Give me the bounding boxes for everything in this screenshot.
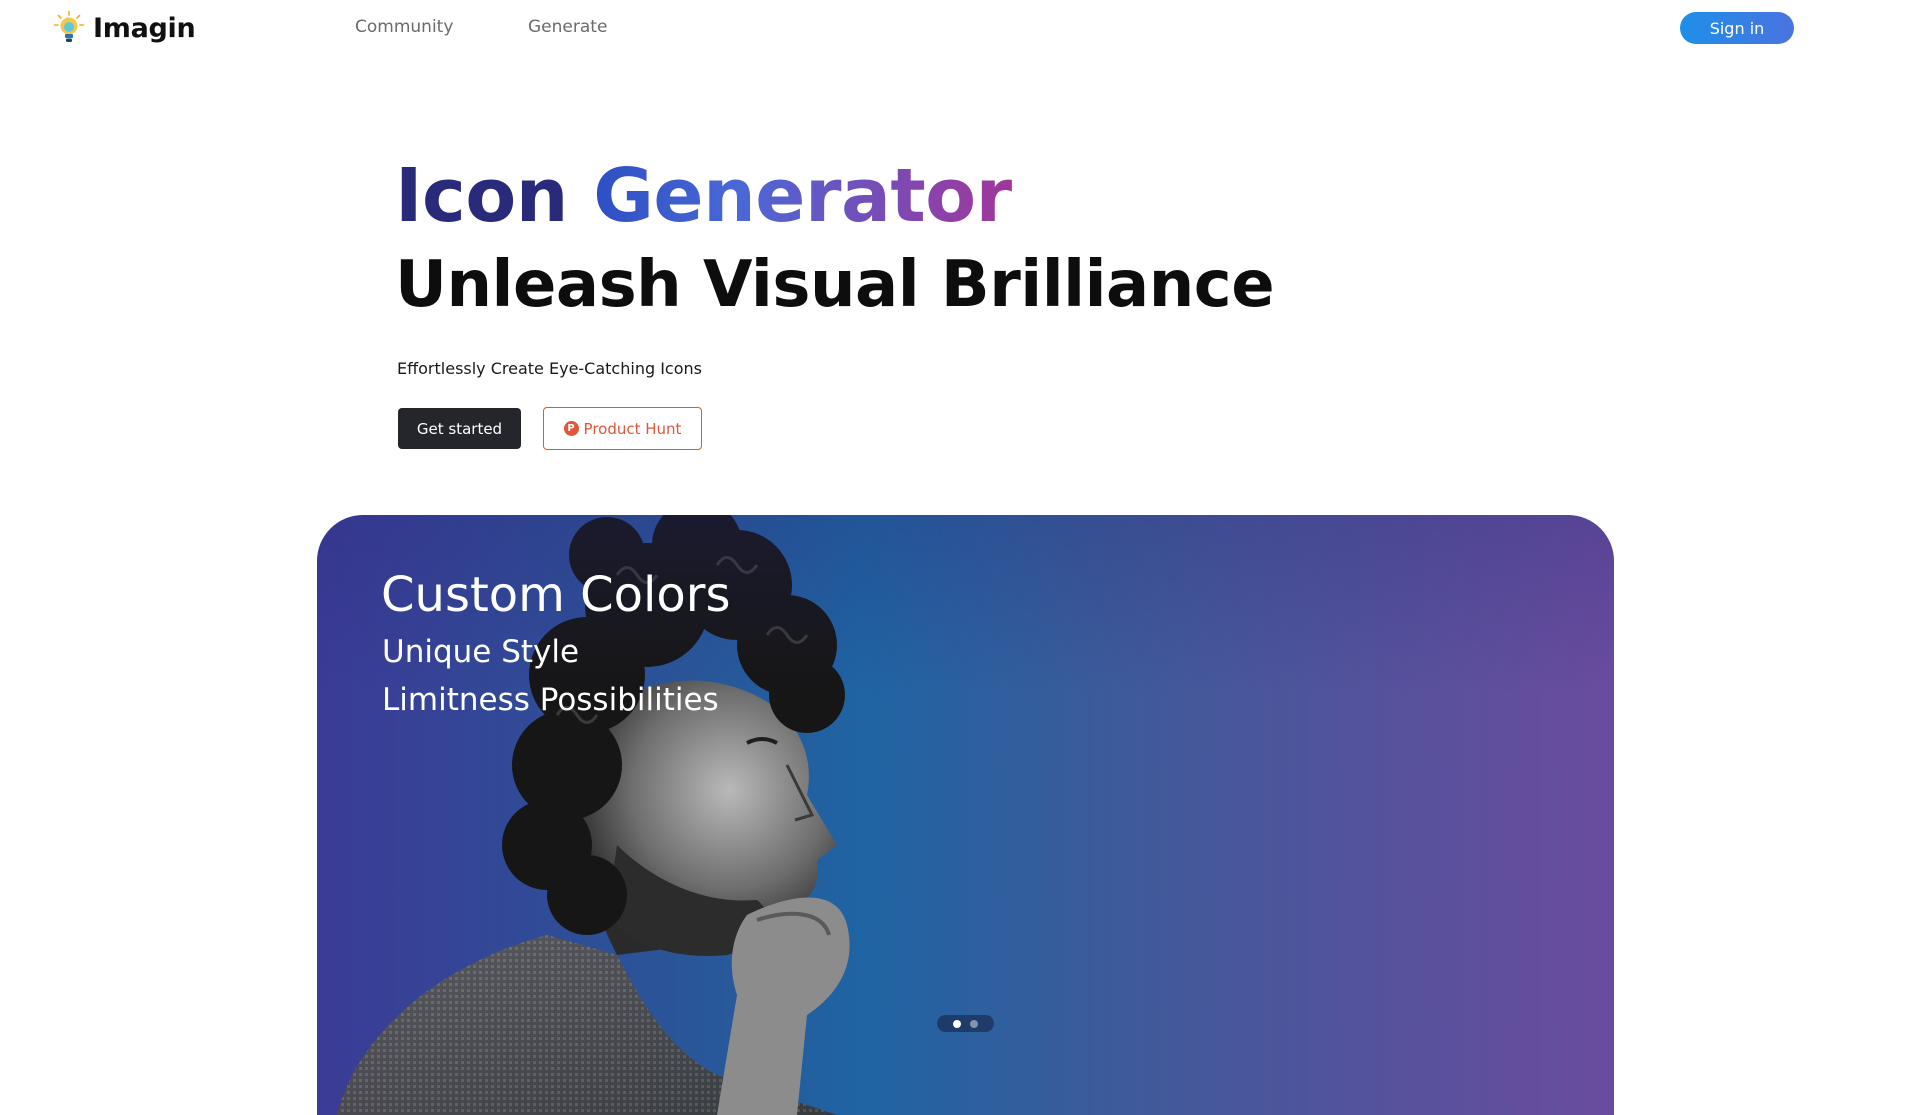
brand-logo[interactable]: Imagin — [53, 10, 196, 46]
carousel-dot-2[interactable] — [970, 1019, 978, 1028]
nav-community-link[interactable]: Community — [355, 17, 453, 37]
hero-title-gradient-word: Generator — [593, 153, 1012, 239]
showcase-heading: Custom Colors — [381, 567, 731, 623]
showcase-banner: Custom Colors Unique Style Limitness Pos… — [317, 515, 1614, 1115]
brand-name: Imagin — [93, 12, 196, 44]
carousel-indicator — [937, 1015, 994, 1032]
get-started-button[interactable]: Get started — [398, 408, 521, 449]
product-hunt-label: Product Hunt — [583, 419, 682, 438]
top-navbar: Imagin Community Generate Sign in — [0, 0, 1920, 56]
nav-generate-link[interactable]: Generate — [528, 17, 607, 37]
hero-title-first-word: Icon — [395, 153, 568, 239]
showcase-line-possibilities: Limitness Possibilities — [382, 682, 719, 718]
hero-title: Icon Generator — [395, 150, 1012, 242]
sign-in-button[interactable]: Sign in — [1680, 12, 1794, 44]
product-hunt-icon: P — [563, 421, 579, 436]
lightbulb-icon — [53, 10, 85, 42]
hero-subtitle: Unleash Visual Brilliance — [395, 248, 1275, 322]
carousel-dot-1[interactable] — [953, 1019, 961, 1028]
hero-tagline: Effortlessly Create Eye-Catching Icons — [397, 359, 702, 378]
showcase-line-unique-style: Unique Style — [382, 634, 580, 670]
product-hunt-button[interactable]: P Product Hunt — [543, 407, 702, 450]
